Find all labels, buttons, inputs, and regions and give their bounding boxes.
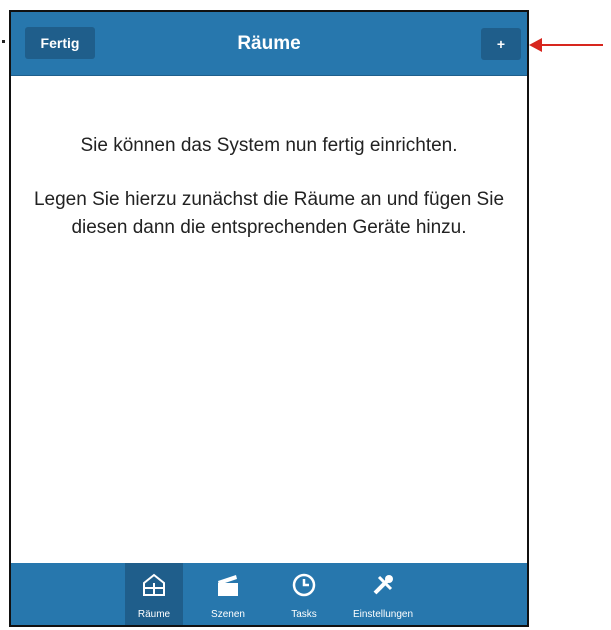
setup-message: Sie können das System nun fertig einrich… <box>80 135 458 156</box>
tab-label: Szenen <box>211 609 245 620</box>
tab-bar: Räume Szenen Tasks Einstellungen <box>11 563 527 625</box>
app-window: Fertig Räume + Sie können das System nun… <box>9 10 529 627</box>
annotation-arrow-line <box>540 44 603 46</box>
annotation-arrow-head <box>529 38 542 52</box>
add-room-button[interactable]: + <box>481 28 521 60</box>
tab-rooms[interactable]: Räume <box>125 563 183 625</box>
tab-label: Tasks <box>291 609 317 620</box>
tab-tasks[interactable]: Tasks <box>279 563 329 625</box>
page-title: Räume <box>237 33 301 54</box>
navigation-bar: Fertig Räume + <box>11 12 527 76</box>
stray-dot <box>2 40 5 43</box>
clock-icon <box>292 573 316 597</box>
tools-icon <box>373 575 393 595</box>
instruction-message: Legen Sie hierzu zunächst die Räume an u… <box>33 189 505 238</box>
tab-label: Einstellungen <box>352 609 414 620</box>
rooms-icon <box>143 573 165 596</box>
main-content: Sie können das System nun fertig einrich… <box>11 76 527 561</box>
tab-settings[interactable]: Einstellungen <box>341 563 425 625</box>
tab-label: Räume <box>137 609 171 620</box>
clapperboard-icon <box>218 575 238 596</box>
done-back-button[interactable]: Fertig <box>25 27 95 59</box>
tab-scenes[interactable]: Szenen <box>199 563 257 625</box>
done-back-button-label: Fertig <box>40 35 80 51</box>
